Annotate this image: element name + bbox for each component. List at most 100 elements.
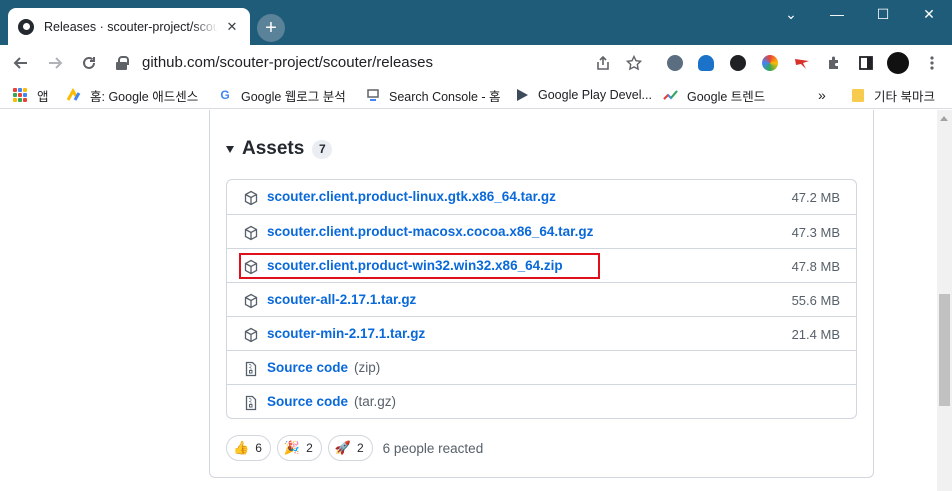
package-icon [244, 259, 258, 275]
reload-icon [83, 56, 95, 69]
vertical-scrollbar[interactable] [937, 110, 952, 491]
package-icon [244, 225, 258, 241]
asset-link[interactable]: scouter-min-2.17.1.tar.gz [267, 326, 425, 341]
asset-row: scouter.client.product-macosx.cocoa.x86_… [227, 214, 856, 248]
asset-size: 47.2 MB [791, 190, 840, 205]
browser-titlebar: Releases · scouter-project/scouter ✕ + ⌄… [0, 0, 952, 45]
google-icon: G [220, 88, 230, 102]
folder-icon [850, 87, 866, 103]
reaction-count: 2 [306, 441, 313, 455]
sidepanel-icon[interactable] [856, 53, 876, 73]
reaction-hooray[interactable]: 🎉 2 [276, 435, 322, 461]
file-zip-icon [245, 361, 257, 377]
party-popper-icon: 🎉 [283, 440, 301, 455]
bookmark-label: Search Console - 홈 [389, 89, 501, 104]
browser-toolbar: github.com/scouter-project/scouter/relea… [0, 45, 952, 81]
assets-header[interactable]: Assets 7 [226, 138, 333, 160]
tab-close-icon[interactable]: ✕ [224, 19, 240, 35]
asset-row: scouter-min-2.17.1.tar.gz 21.4 MB [227, 316, 856, 350]
asset-row: scouter-all-2.17.1.tar.gz 55.6 MB [227, 282, 856, 316]
asset-size: 47.8 MB [791, 259, 840, 274]
source-code-zip-link[interactable]: Source code (zip) [267, 360, 380, 375]
rocket-icon: 🚀 [334, 440, 351, 455]
address-bar[interactable]: github.com/scouter-project/scouter/relea… [142, 54, 433, 71]
reaction-count: 2 [356, 441, 364, 455]
profile-avatar[interactable] [886, 51, 910, 75]
asset-link[interactable]: scouter.client.product-macosx.cocoa.x86_… [267, 224, 593, 239]
reaction-count: 6 [255, 441, 262, 455]
bookmark-label: 기타 북마크 [874, 89, 935, 104]
file-zip-icon [245, 395, 257, 411]
extension-cloud-icon[interactable] [696, 53, 716, 73]
bookmark-label: Google 웹로그 분석 [241, 89, 346, 104]
scrollbar-thumb[interactable] [939, 294, 950, 406]
play-icon [514, 87, 530, 103]
reactions-bar: 👍 6 🎉 2 🚀 2 6 people reacted [226, 435, 483, 461]
package-icon [244, 293, 258, 309]
bookmark-search-console[interactable]: Search Console - 홈 [365, 86, 501, 104]
other-bookmarks[interactable]: 기타 북마크 [850, 86, 935, 104]
reload-button[interactable] [74, 48, 104, 78]
bookmark-play-console[interactable]: Google Play Devel... [514, 86, 652, 104]
close-window-button[interactable]: ✕ [906, 0, 952, 28]
asset-row: scouter.client.product-linux.gtk.x86_64.… [227, 180, 856, 214]
maximize-button[interactable]: ☐ [860, 0, 906, 28]
reaction-thumbs-up[interactable]: 👍 6 [226, 435, 271, 461]
extension-t-icon[interactable] [728, 53, 748, 73]
bookmarks-bar: 앱 홈: Google 애드센스 G Google 웹로그 분석 Search … [0, 81, 952, 109]
asset-size: 55.6 MB [791, 293, 840, 308]
asset-size: 21.4 MB [791, 327, 840, 342]
asset-link-label: Source code [267, 360, 349, 375]
forward-arrow-icon [49, 57, 63, 69]
bookmark-apps[interactable]: 앱 [13, 86, 49, 104]
asset-row: scouter.client.product-win32.win32.x86_6… [227, 248, 856, 282]
page-content: Assets 7 scouter.client.product-linux.gt… [0, 110, 937, 491]
caret-down-icon [226, 145, 234, 153]
package-icon [244, 190, 258, 206]
asset-link[interactable]: scouter.client.product-linux.gtk.x86_64.… [267, 189, 556, 204]
new-tab-button[interactable]: + [257, 14, 285, 42]
scroll-up-arrow-icon[interactable] [940, 116, 948, 121]
search-console-icon [365, 87, 381, 103]
forward-button[interactable] [40, 48, 70, 78]
asset-list: scouter.client.product-linux.gtk.x86_64.… [226, 179, 857, 419]
asset-link[interactable]: scouter.client.product-win32.win32.x86_6… [267, 258, 563, 273]
bookmark-star-icon[interactable] [624, 53, 644, 73]
bookmark-label: Google Play Devel... [538, 88, 652, 102]
lock-icon[interactable] [116, 56, 129, 70]
asset-format: (tar.gz) [354, 394, 397, 409]
thumbs-up-icon: 👍 [233, 440, 250, 455]
extension-bird-icon[interactable] [792, 53, 812, 73]
menu-dots-icon[interactable] [922, 53, 942, 73]
extension-compass-icon[interactable] [665, 53, 685, 73]
bookmark-label: Google 트렌드 [687, 89, 766, 104]
reaction-rocket[interactable]: 🚀 2 [327, 435, 373, 461]
source-code-targz-link[interactable]: Source code (tar.gz) [267, 394, 396, 409]
extension-color-icon[interactable] [760, 53, 780, 73]
back-button[interactable] [6, 48, 36, 78]
share-icon[interactable] [593, 53, 613, 73]
tab-title: Releases · scouter-project/scouter [44, 19, 218, 34]
extensions-puzzle-icon[interactable] [824, 53, 844, 73]
asset-size: 47.3 MB [791, 225, 840, 240]
assets-count-badge: 7 [312, 139, 333, 159]
asset-format: (zip) [354, 360, 381, 375]
package-icon [244, 327, 258, 343]
bookmarks-overflow-button[interactable]: » [818, 86, 826, 104]
minimize-button[interactable]: — [814, 0, 860, 28]
adsense-icon [66, 87, 82, 103]
bookmark-analytics[interactable]: G Google 웹로그 분석 [217, 86, 346, 104]
tab-search-icon[interactable]: ⌄ [768, 0, 814, 28]
trends-icon [663, 87, 679, 103]
asset-row: Source code (tar.gz) [227, 384, 856, 418]
bookmark-adsense[interactable]: 홈: Google 애드센스 [66, 86, 198, 104]
reactions-summary[interactable]: 6 people reacted [383, 441, 484, 456]
apps-grid-icon [13, 88, 27, 102]
asset-row: Source code (zip) [227, 350, 856, 384]
browser-tab[interactable]: Releases · scouter-project/scouter ✕ [8, 8, 250, 45]
bookmark-label: 홈: Google 애드센스 [90, 89, 199, 104]
asset-link[interactable]: scouter-all-2.17.1.tar.gz [267, 292, 416, 307]
bookmark-trends[interactable]: Google 트렌드 [663, 86, 765, 104]
github-icon [18, 18, 34, 35]
asset-link-label: Source code [267, 394, 349, 409]
